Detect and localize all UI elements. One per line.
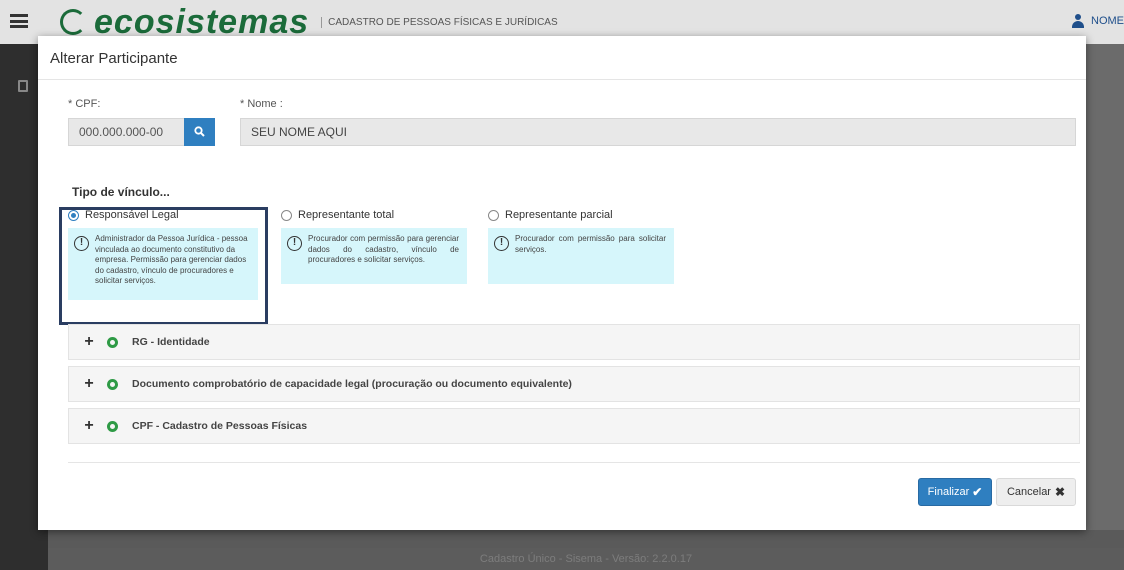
section-rg-identidade[interactable]: + RG - Identidade	[68, 324, 1080, 360]
brand-mark-icon	[60, 9, 86, 35]
option-description: ! Procurador com permissão para solicita…	[488, 228, 674, 284]
nome-input[interactable]	[240, 118, 1076, 146]
option-description-text: Procurador com permissão para solicitar …	[515, 234, 666, 254]
radio-representante-total[interactable]	[281, 209, 292, 221]
info-icon: !	[494, 236, 509, 251]
plus-icon[interactable]: +	[81, 333, 97, 351]
hamburger-icon[interactable]	[10, 14, 28, 28]
search-button[interactable]	[184, 118, 215, 146]
checkmark-icon: ✔	[972, 485, 983, 499]
cpf-input[interactable]	[68, 118, 184, 146]
section-label: Documento comprobatório de capacidade le…	[132, 378, 572, 390]
radio-representante-parcial[interactable]	[488, 209, 499, 221]
check-circle-icon	[107, 378, 118, 390]
option-description: ! Procurador com permissão para gerencia…	[281, 228, 467, 284]
info-icon: !	[74, 236, 89, 251]
option-label[interactable]: Representante parcial	[505, 209, 613, 221]
radio-responsavel-legal[interactable]	[68, 209, 79, 221]
section-cpf[interactable]: + CPF - Cadastro de Pessoas Físicas	[68, 408, 1080, 444]
nome-label: * Nome :	[240, 98, 283, 110]
section-documento-capacidade-legal[interactable]: + Documento comprobatório de capacidade …	[68, 366, 1080, 402]
plus-icon[interactable]: +	[81, 375, 97, 393]
option-label[interactable]: Responsável Legal	[85, 209, 179, 221]
check-circle-icon	[107, 420, 118, 432]
option-responsavel-legal: Responsável Legal ! Administrador da Pes…	[68, 206, 258, 300]
modal-title: Alterar Participante	[50, 50, 178, 67]
user-icon	[1071, 14, 1085, 28]
finalizar-button[interactable]: Finalizar ✔	[918, 478, 992, 506]
footer-divider	[68, 462, 1080, 463]
cancelar-button[interactable]: Cancelar ✖	[996, 478, 1076, 506]
brand-subtitle: Cadastro de Pessoas Físicas e Jurídicas	[321, 16, 558, 28]
check-circle-icon	[107, 336, 118, 348]
user-name: NOME	[1091, 15, 1124, 27]
cancelar-label: Cancelar	[1006, 486, 1051, 498]
vinculo-section-title: Tipo de vínculo...	[72, 185, 170, 199]
option-representante-parcial: Representante parcial ! Procurador com p…	[488, 206, 674, 284]
option-description-text: Procurador com permissão para gerenciar …	[308, 234, 459, 264]
close-icon: ✖	[1054, 485, 1066, 499]
cpf-search-group	[68, 118, 215, 146]
document-icon[interactable]	[18, 80, 28, 92]
user-menu[interactable]: NOME	[1071, 14, 1124, 28]
option-representante-total: Representante total ! Procurador com per…	[281, 206, 467, 284]
cpf-label: * CPF:	[68, 98, 101, 110]
alterar-participante-modal: Alterar Participante * CPF: * Nome : Tip…	[38, 36, 1086, 530]
option-description: ! Administrador da Pessoa Jurídica - pes…	[68, 228, 258, 300]
modal-header: Alterar Participante	[38, 36, 1086, 80]
plus-icon[interactable]: +	[81, 417, 97, 435]
finalizar-label: Finalizar	[927, 486, 970, 498]
option-radio-row[interactable]: Representante total	[281, 206, 467, 224]
section-label: CPF - Cadastro de Pessoas Físicas	[132, 420, 308, 432]
app-footer: Cadastro Único - Sisema - Versão: 2.2.0.…	[48, 548, 1124, 570]
info-icon: !	[287, 236, 302, 251]
option-radio-row[interactable]: Responsável Legal	[68, 206, 258, 224]
option-radio-row[interactable]: Representante parcial	[488, 206, 674, 224]
option-description-text: Administrador da Pessoa Jurídica - pesso…	[95, 234, 248, 285]
section-label: RG - Identidade	[132, 336, 210, 348]
option-label[interactable]: Representante total	[298, 209, 394, 221]
search-icon	[194, 126, 205, 137]
